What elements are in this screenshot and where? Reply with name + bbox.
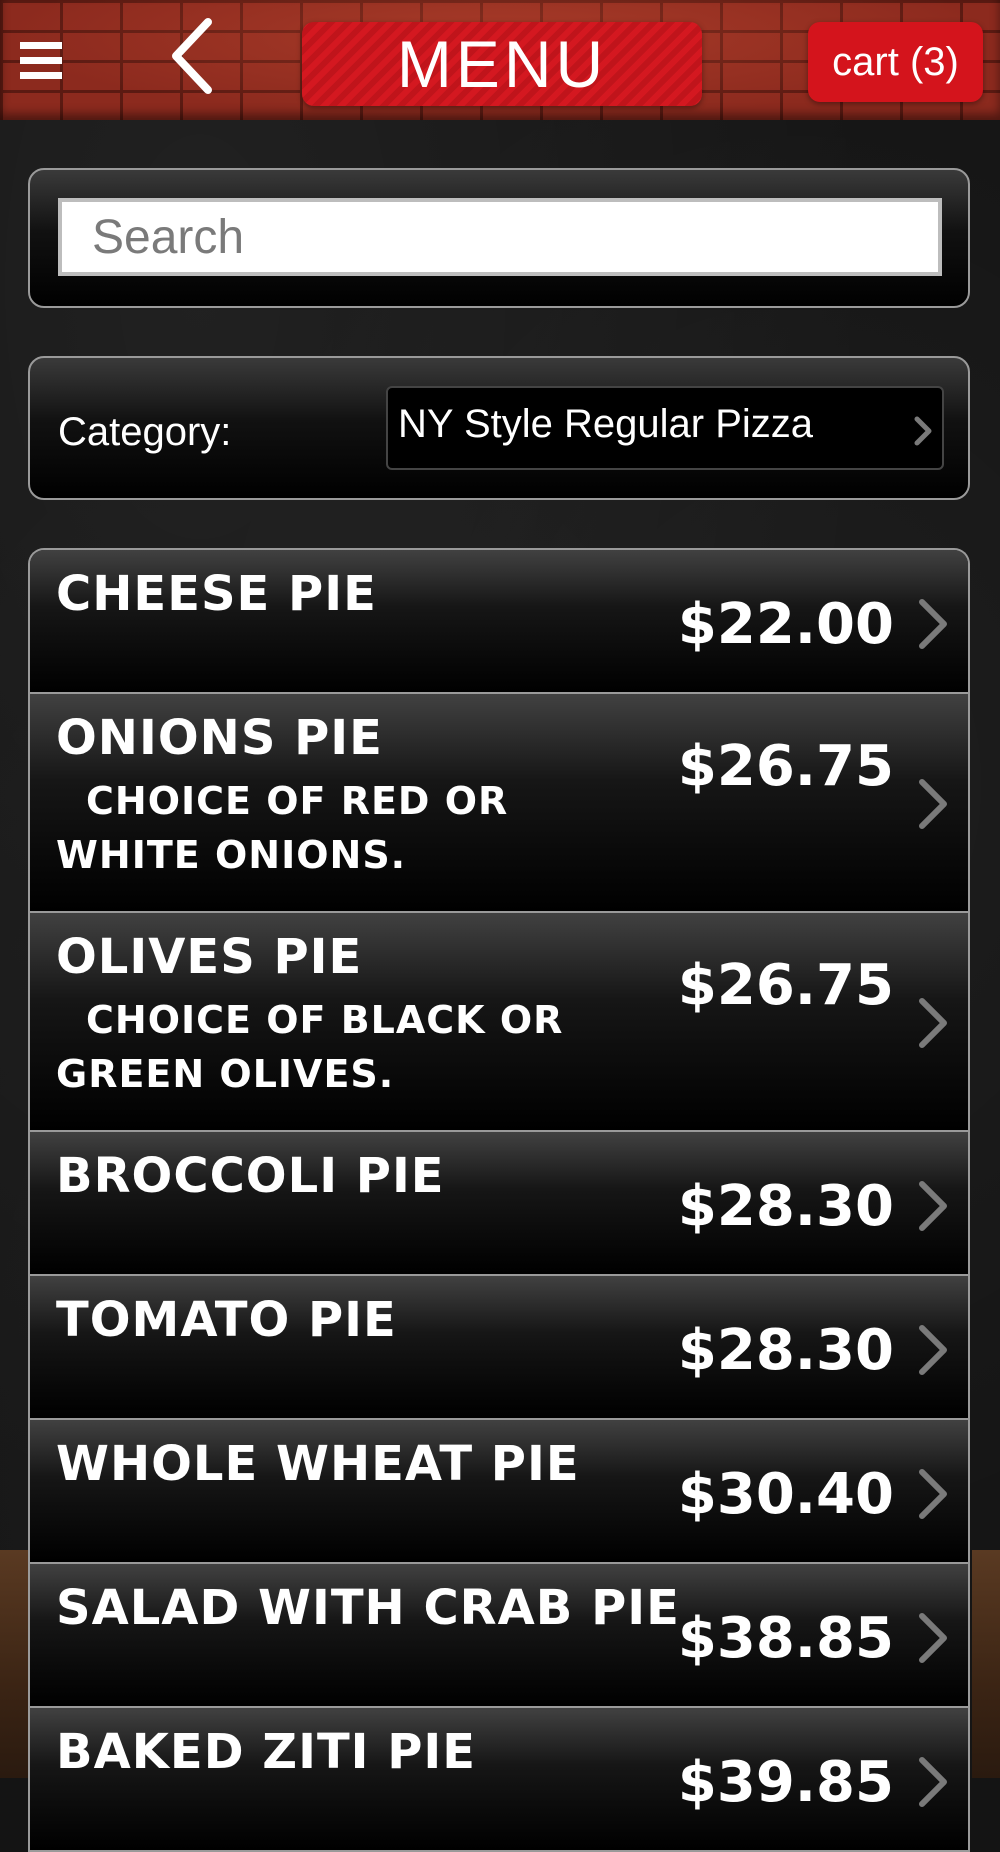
hamburger-icon[interactable] [20,42,62,80]
category-selected-value: NY Style Regular Pizza [398,402,813,446]
search-panel [28,168,970,308]
category-panel: Category: NY Style Regular Pizza [28,356,970,500]
item-price: $28.30 [677,1318,894,1383]
chevron-right-icon [919,779,947,829]
item-name: ONIONS PIE [56,710,383,766]
item-price: $26.75 [677,953,894,1018]
menu-item-list: CHEESE PIE $22.00 ONIONS PIE CHOICE OF R… [28,548,970,1852]
item-name: TOMATO PIE [56,1292,397,1348]
chevron-right-icon [919,1181,947,1231]
chevron-right-icon [919,1469,947,1519]
back-chevron-icon[interactable] [168,16,218,96]
item-price: $28.30 [677,1174,894,1239]
item-name: BROCCOLI PIE [56,1148,445,1204]
menu-item[interactable]: OLIVES PIE CHOICE OF BLACK OR GREEN OLIV… [30,913,968,1132]
chevron-right-icon [919,1613,947,1663]
item-name: OLIVES PIE [56,929,363,985]
category-select[interactable]: NY Style Regular Pizza [386,386,944,470]
menu-item[interactable]: BROCCOLI PIE $28.30 [30,1132,968,1276]
menu-item[interactable]: TOMATO PIE $28.30 [30,1276,968,1420]
chevron-right-icon [919,599,947,649]
menu-item[interactable]: BAKED ZITI PIE $39.85 [30,1708,968,1852]
category-label: Category: [58,410,232,454]
app-header: MENU cart (3) [0,0,1000,120]
menu-item[interactable]: CHEESE PIE $22.00 [30,550,968,694]
item-name: SALAD WITH CRAB PIE [56,1580,680,1636]
item-price: $22.00 [677,592,894,657]
menu-item[interactable]: WHOLE WHEAT PIE $30.40 [30,1420,968,1564]
chevron-right-icon [914,416,932,446]
item-name: CHEESE PIE [56,566,377,622]
chevron-right-icon [919,1757,947,1807]
menu-item[interactable]: ONIONS PIE CHOICE OF RED OR WHITE ONIONS… [30,694,968,913]
search-input[interactable] [58,198,942,276]
menu-item[interactable]: SALAD WITH CRAB PIE $38.85 [30,1564,968,1708]
item-description: CHOICE OF RED OR WHITE ONIONS. [56,779,509,877]
chevron-right-icon [919,1325,947,1375]
wood-table-left [0,1550,28,1778]
page-title: MENU [302,22,702,106]
item-description: CHOICE OF BLACK OR GREEN OLIVES. [56,998,564,1096]
item-name: WHOLE WHEAT PIE [56,1436,580,1492]
item-name: BAKED ZITI PIE [56,1724,477,1780]
item-price: $30.40 [677,1462,894,1527]
cart-button[interactable]: cart (3) [808,22,983,102]
item-price: $38.85 [677,1606,894,1671]
item-price: $39.85 [677,1750,894,1815]
wood-table-right [972,1550,1000,1778]
chevron-right-icon [919,998,947,1048]
item-price: $26.75 [677,734,894,799]
